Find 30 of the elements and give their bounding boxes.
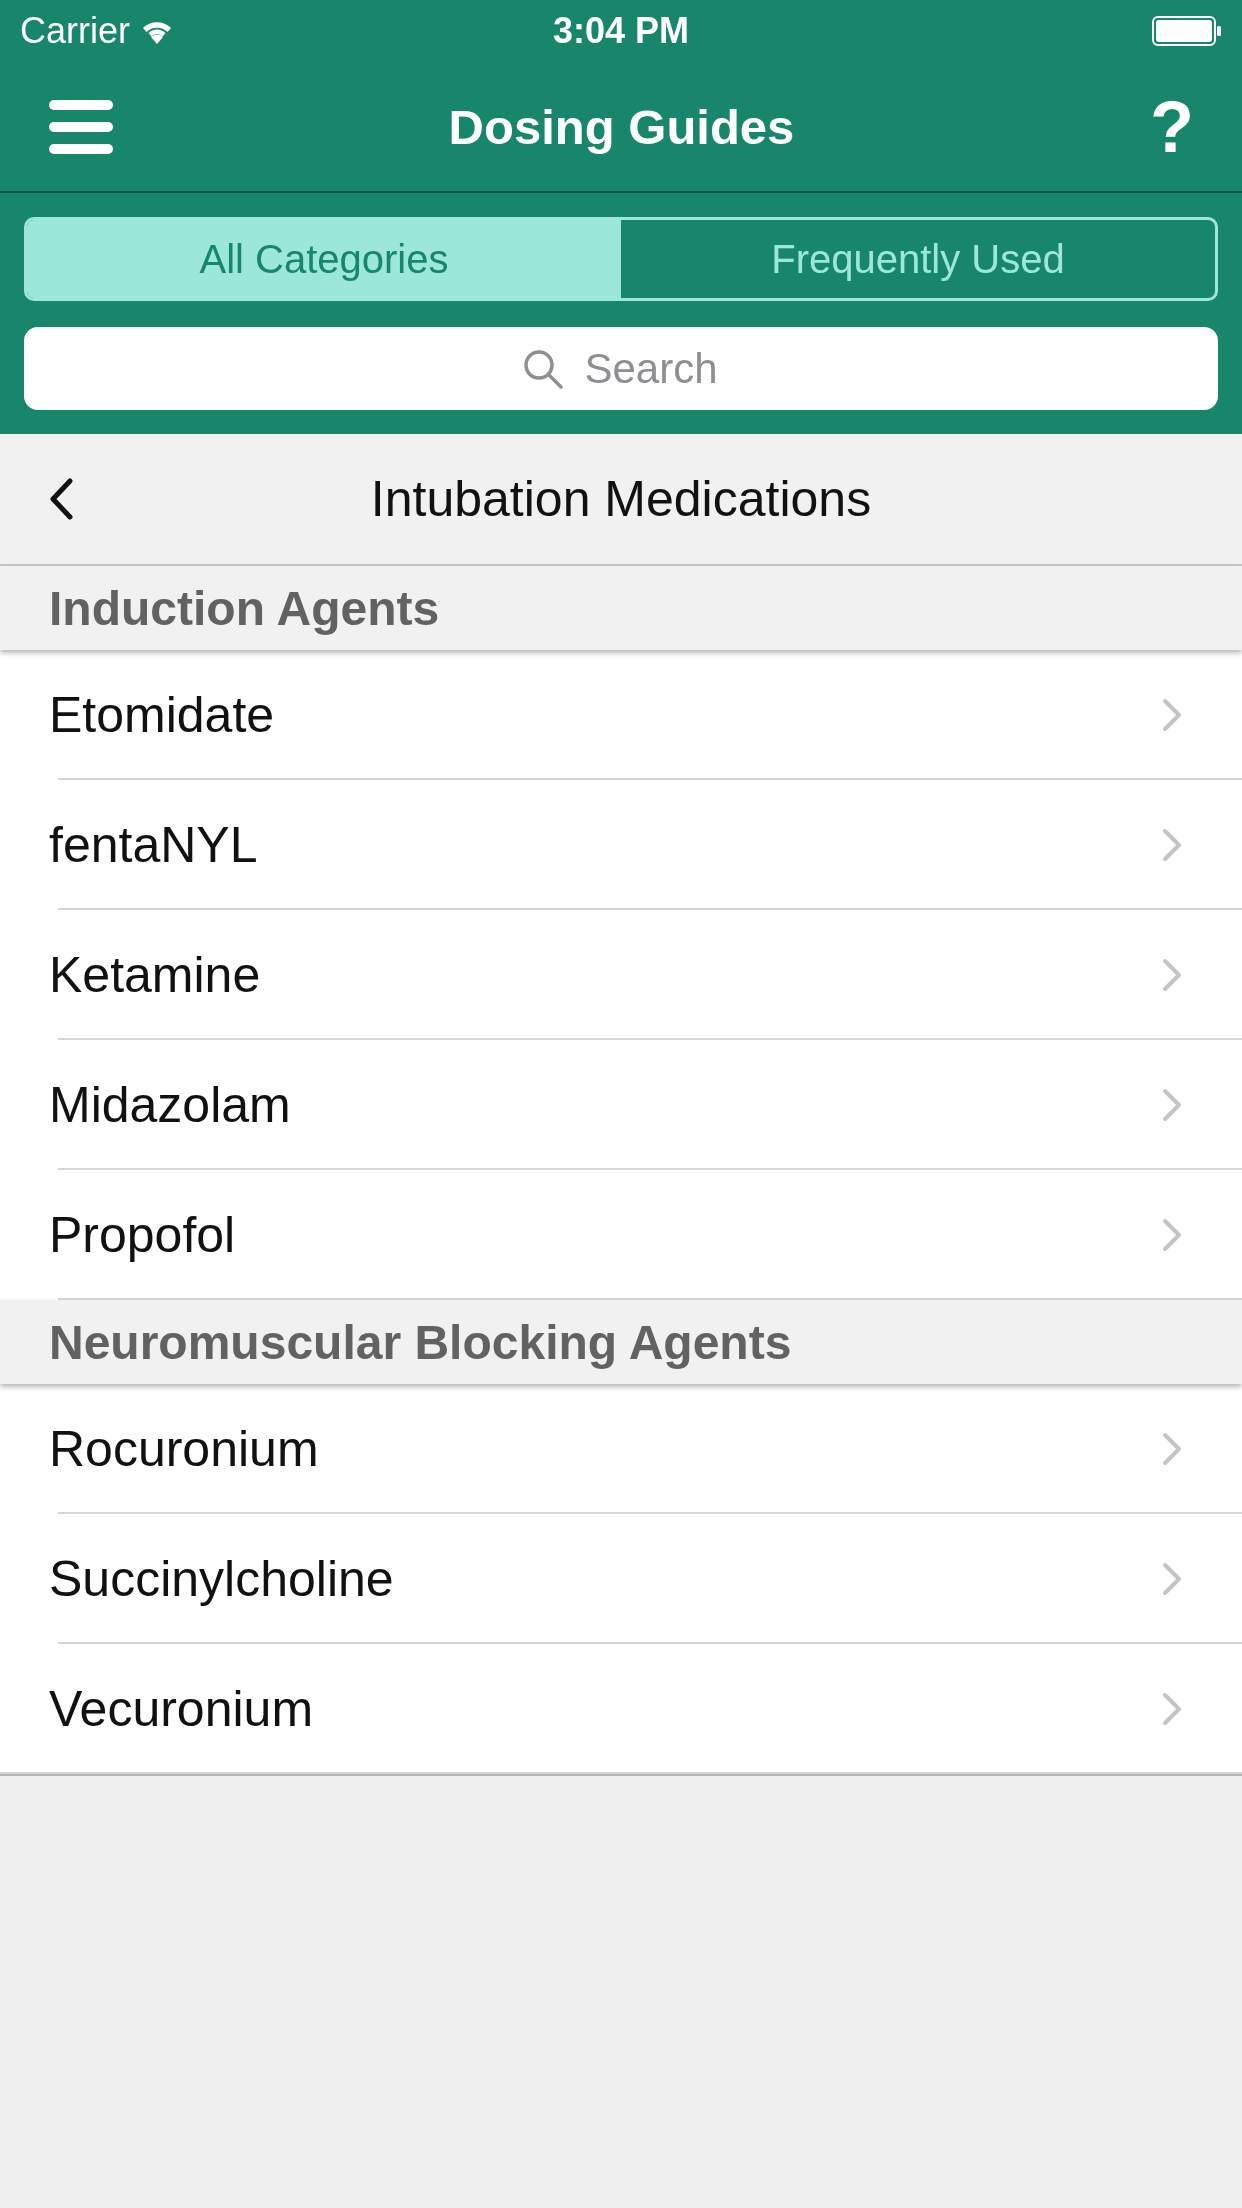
search-icon bbox=[522, 349, 563, 389]
screen-title: Dosing Guides bbox=[448, 98, 795, 155]
medication-name: Ketamine bbox=[49, 946, 261, 1004]
section-title: Neuromuscular Blocking Agents bbox=[49, 1314, 792, 1370]
medication-name: Vecuronium bbox=[49, 1680, 314, 1738]
chevron-right-icon bbox=[1162, 958, 1182, 992]
menu-button[interactable] bbox=[49, 99, 113, 154]
back-button[interactable] bbox=[49, 478, 73, 520]
back-chevron-icon bbox=[49, 478, 73, 520]
medication-name: Succinylcholine bbox=[49, 1550, 394, 1608]
medication-name: Midazolam bbox=[49, 1076, 291, 1134]
search-field[interactable]: Search bbox=[24, 327, 1218, 410]
chevron-right-icon bbox=[1162, 828, 1182, 862]
help-button[interactable]: ? bbox=[1150, 90, 1194, 163]
section-title: Induction Agents bbox=[49, 580, 440, 636]
chevron-right-icon bbox=[1162, 1562, 1182, 1596]
chevron-right-icon bbox=[1162, 1432, 1182, 1466]
battery-icon bbox=[1152, 16, 1222, 46]
chevron-right-icon bbox=[1162, 698, 1182, 732]
medication-name: Rocuronium bbox=[49, 1420, 319, 1478]
menu-icon bbox=[49, 99, 113, 154]
status-time: 3:04 PM bbox=[552, 10, 690, 52]
carrier-label: Carrier bbox=[20, 10, 130, 52]
medication-name: Propofol bbox=[49, 1206, 236, 1264]
chevron-right-icon bbox=[1162, 1088, 1182, 1122]
chevron-right-icon bbox=[1162, 1218, 1182, 1252]
chevron-right-icon bbox=[1162, 1692, 1182, 1726]
medication-name: fentaNYL bbox=[49, 816, 258, 874]
medication-name: Etomidate bbox=[49, 686, 275, 744]
category-title: Intubation Medications bbox=[370, 470, 872, 528]
